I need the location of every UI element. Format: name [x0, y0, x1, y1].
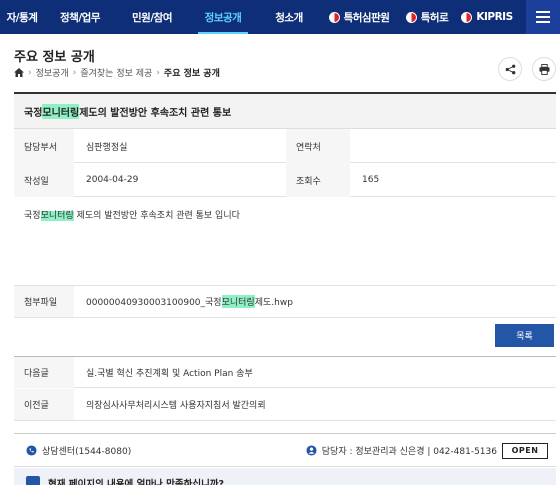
kipo-logo-icon [328, 11, 340, 23]
top-navigation: 자/통계 정책/업무 민원/참여 정보공개 청소개 특허심판원 특허로 KIPR… [0, 0, 560, 34]
print-icon [538, 63, 550, 75]
search-highlight: 모니터링 [221, 295, 255, 308]
survey-icon [26, 476, 40, 485]
attachment-row: 첨부파일 0000004093000310090​0_국정 모니터링 제도.hwp [14, 286, 556, 318]
person-icon [306, 445, 317, 456]
nav-link-label: 특허로 [420, 11, 449, 24]
survey-question: 현재 페이지의 내용에 얼마나 만족하십니까? [48, 479, 225, 485]
chevron-right-icon: › [72, 67, 77, 78]
home-icon[interactable] [14, 68, 24, 77]
breadcrumb-item[interactable]: 정보공개 [36, 66, 69, 79]
attachment-label: 첨부파일 [14, 286, 74, 317]
views-label: 조회수 [286, 163, 350, 197]
nav-item-statistics[interactable]: 자/통계 [0, 0, 44, 34]
manager-text: 담당자 : 정보관리과 신은경 | 042-481-5136 [321, 447, 497, 457]
kipo-logo-icon [405, 11, 417, 23]
views-value: 165 [362, 175, 380, 185]
print-button[interactable] [532, 57, 556, 81]
kipo-logo-icon [461, 11, 473, 23]
nav-item-about[interactable]: 청소개 [258, 0, 320, 34]
next-post-link[interactable]: 실.국별 혁신 추진계획 및 Action Plan 송부 [74, 357, 253, 388]
search-highlight: 모니터링 [42, 103, 80, 119]
article-body: 국정모니터링 제도의 발전방안 후속조치 관련 통보 입니다 [14, 198, 556, 286]
article-body-suffix: 제도의 발전방안 후속조치 관련 통보 입니다 [73, 211, 240, 221]
chevron-right-icon: › [28, 67, 32, 78]
article-title: 국정 모니터링 제도의 발전방안 후속조치 관련 통보 [14, 92, 556, 129]
breadcrumb-current: 주요 정보 공개 [163, 69, 220, 79]
hamburger-icon[interactable] [526, 0, 560, 34]
page-title: 주요 정보 공개 [14, 50, 95, 65]
share-icon [505, 64, 515, 74]
satisfaction-survey: 현재 페이지의 내용에 얼마나 만족하십니까? [14, 468, 556, 485]
nav-link-label: KIPRIS [476, 11, 513, 23]
department-value: 심판행정실 [86, 142, 128, 153]
nav-link-patent-ro[interactable]: 특허로 [398, 0, 456, 34]
open-license-badge[interactable]: OPEN [502, 442, 548, 459]
list-button[interactable]: 목록 [495, 324, 554, 347]
contact-value [350, 129, 556, 163]
prev-post-link[interactable]: 의장심사사무처리시스템 사용자지침서 발간의뢰 [74, 389, 266, 420]
info-row-date: 작성일 2004-04-29 조회수 165 [14, 163, 556, 197]
nav-link-kipris[interactable]: KIPRIS [456, 0, 518, 34]
prev-post-label: 이전글 [14, 389, 74, 420]
info-row-department: 담당부서 심판행정실 연락처 [14, 129, 556, 163]
nav-item-civil[interactable]: 민원/참여 [116, 0, 188, 34]
breadcrumb-item[interactable]: 즐겨찾는 정보 제공 [80, 66, 152, 79]
attachment-link[interactable]: 0000004093000310090​0_국정 모니터링 제도.hwp [74, 286, 293, 317]
nav-item-policy[interactable]: 정책/업무 [44, 0, 116, 34]
department-label: 담당부서 [14, 129, 74, 163]
next-post-label: 다음글 [14, 357, 74, 388]
nav-link-label: 특허심판원 [343, 11, 390, 24]
share-button[interactable] [498, 57, 522, 81]
page-manager: 담당자 : 정보관리과 신은경 | 042-481-5136 OPEN [306, 434, 548, 467]
next-post-row: 다음글 실.국별 혁신 추진계획 및 Action Plan 송부 [14, 356, 556, 388]
attachment-name-prefix: 0000004093000310090​0_국정 [86, 298, 222, 308]
contact-label: 연락처 [286, 129, 350, 163]
date-label: 작성일 [14, 163, 74, 197]
call-center: 상담센터(1544-8080) [26, 434, 131, 467]
article-body-prefix: 국정 [24, 211, 41, 221]
search-highlight: 모니터링 [40, 211, 74, 221]
article-title-prefix: 국정 [24, 107, 43, 119]
breadcrumb: › 정보공개 › 즐겨찾는 정보 제공 › 주요 정보 공개 [14, 66, 220, 79]
date-value: 2004-04-29 [86, 175, 139, 185]
phone-icon [26, 445, 37, 456]
page-footer: 상담센터(1544-8080) 담당자 : 정보관리과 신은경 | 042-48… [14, 433, 556, 467]
nav-item-information-disclosure[interactable]: 정보공개 [188, 0, 258, 34]
call-center-text: 상담센터(1544-8080) [42, 447, 132, 457]
attachment-name-suffix: 제도.hwp [254, 298, 293, 308]
article-title-suffix: 제도의 발전방안 후속조치 관련 통보 [79, 107, 232, 119]
nav-link-patent-tribunal[interactable]: 특허심판원 [320, 0, 398, 34]
prev-post-row: 이전글 의장심사사무처리시스템 사용자지침서 발간의뢰 [14, 389, 556, 421]
chevron-right-icon: › [156, 67, 160, 78]
